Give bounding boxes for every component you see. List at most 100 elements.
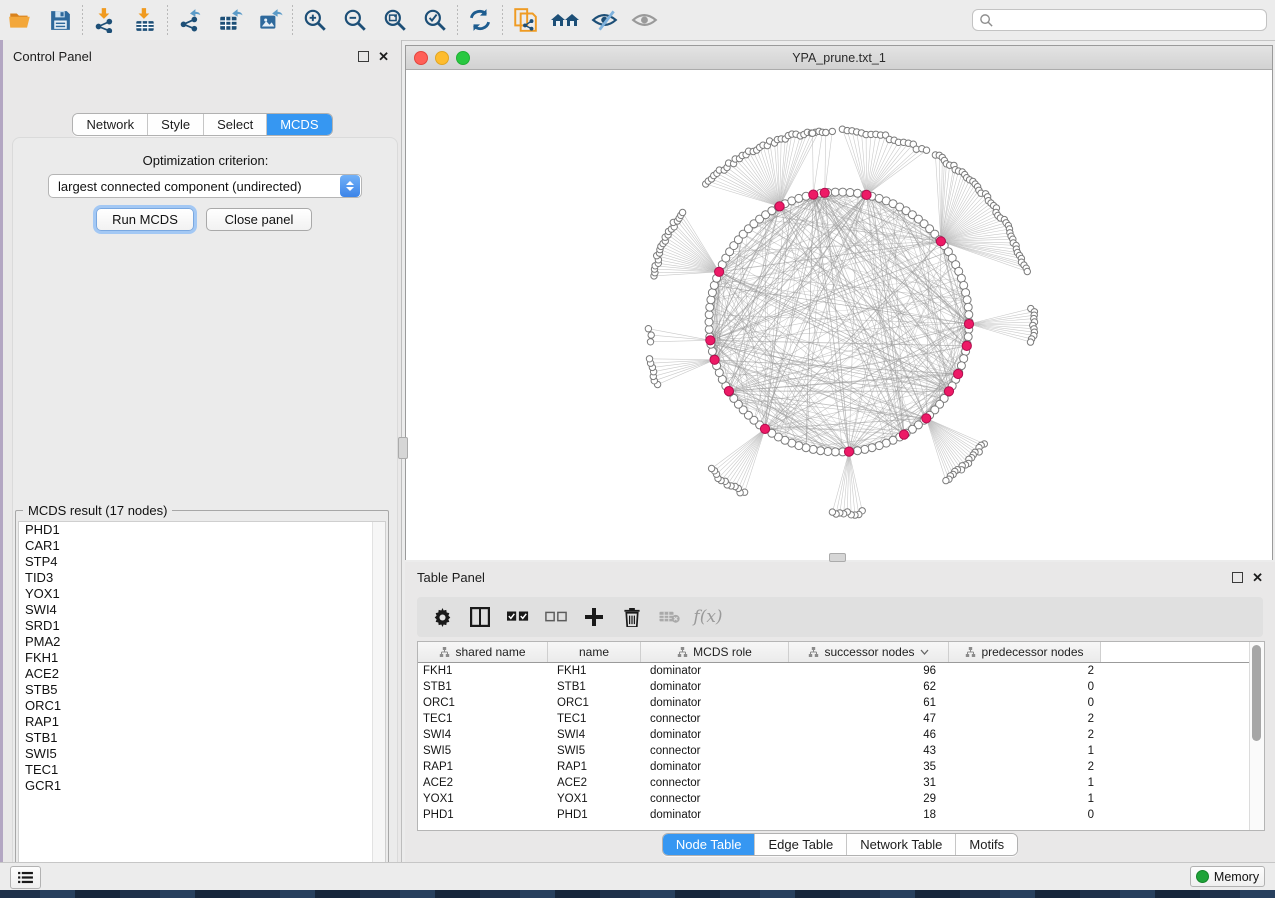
table-row-TEC1[interactable]: TEC1TEC1connector472 bbox=[418, 711, 1264, 727]
network-node[interactable] bbox=[962, 289, 970, 297]
network-node[interactable] bbox=[705, 311, 713, 319]
network-node[interactable] bbox=[965, 311, 973, 319]
tab-select[interactable]: Select bbox=[204, 114, 267, 135]
tab-edge-table[interactable]: Edge Table bbox=[755, 834, 847, 855]
table-row-ACE2[interactable]: ACE2ACE2connector311 bbox=[418, 775, 1264, 791]
tab-style[interactable]: Style bbox=[148, 114, 204, 135]
mcds-result-item[interactable]: SWI4 bbox=[19, 602, 385, 618]
mcds-result-item[interactable]: TEC1 bbox=[19, 762, 385, 778]
network-leaf-node[interactable] bbox=[1027, 339, 1033, 345]
mcds-result-item[interactable]: YOX1 bbox=[19, 586, 385, 602]
first-neighbors-icon[interactable] bbox=[545, 4, 585, 36]
table-row-SWI4[interactable]: SWI4SWI4dominator462 bbox=[418, 727, 1264, 743]
mcds-hub-node[interactable] bbox=[809, 190, 818, 199]
column-header-MCDS-role[interactable]: MCDS role bbox=[641, 642, 789, 662]
network-leaf-node[interactable] bbox=[679, 209, 685, 215]
zoom-out-icon[interactable] bbox=[335, 4, 375, 36]
tab-network[interactable]: Network bbox=[73, 114, 148, 135]
close-panel-button[interactable]: Close panel bbox=[206, 208, 312, 231]
network-node[interactable] bbox=[824, 448, 832, 456]
select-all-icon[interactable] bbox=[503, 602, 533, 632]
maximize-window-icon[interactable] bbox=[456, 51, 470, 65]
close-panel-icon[interactable]: ✕ bbox=[378, 52, 389, 61]
mcds-result-item[interactable]: STB1 bbox=[19, 730, 385, 746]
mcds-result-item[interactable]: ACE2 bbox=[19, 666, 385, 682]
network-node[interactable] bbox=[705, 325, 713, 333]
export-network-icon[interactable] bbox=[170, 4, 210, 36]
zoom-fit-icon[interactable] bbox=[375, 4, 415, 36]
mcds-result-item[interactable]: ORC1 bbox=[19, 698, 385, 714]
delete-table-icon[interactable] bbox=[655, 602, 685, 632]
mcds-hub-node[interactable] bbox=[962, 341, 971, 350]
column-header-successor-nodes[interactable]: successor nodes bbox=[789, 642, 949, 662]
mcds-hub-node[interactable] bbox=[706, 336, 715, 345]
network-leaf-node[interactable] bbox=[829, 128, 835, 134]
deselect-all-icon[interactable] bbox=[541, 602, 571, 632]
export-table-icon[interactable] bbox=[210, 4, 250, 36]
network-node[interactable] bbox=[854, 447, 862, 455]
mcds-result-item[interactable]: PMA2 bbox=[19, 634, 385, 650]
network-node[interactable] bbox=[963, 296, 971, 304]
refresh-layout-icon[interactable] bbox=[460, 4, 500, 36]
mcds-hub-node[interactable] bbox=[844, 447, 853, 456]
network-leaf-node[interactable] bbox=[809, 130, 815, 136]
table-scrollbar-thumb[interactable] bbox=[1252, 645, 1261, 741]
float-panel-icon[interactable] bbox=[358, 51, 369, 62]
search-field[interactable] bbox=[972, 9, 1267, 31]
mcds-hub-node[interactable] bbox=[964, 319, 973, 328]
network-node[interactable] bbox=[705, 318, 713, 326]
close-window-icon[interactable] bbox=[414, 51, 428, 65]
open-file-icon[interactable] bbox=[0, 4, 40, 36]
network-leaf-node[interactable] bbox=[923, 147, 929, 153]
mcds-hub-node[interactable] bbox=[899, 430, 908, 439]
network-leaf-node[interactable] bbox=[829, 509, 835, 515]
network-node[interactable] bbox=[809, 445, 817, 453]
search-input[interactable] bbox=[994, 10, 1266, 30]
mcds-hub-node[interactable] bbox=[922, 414, 931, 423]
mcds-result-item[interactable]: CAR1 bbox=[19, 538, 385, 554]
network-node[interactable] bbox=[964, 333, 972, 341]
mcds-result-item[interactable]: FKH1 bbox=[19, 650, 385, 666]
mcds-hub-node[interactable] bbox=[820, 188, 829, 197]
tab-motifs[interactable]: Motifs bbox=[956, 834, 1017, 855]
mcds-hub-node[interactable] bbox=[936, 237, 945, 246]
network-leaf-node[interactable] bbox=[943, 477, 949, 483]
import-table-icon[interactable] bbox=[125, 4, 165, 36]
table-row-FKH1[interactable]: FKH1FKH1dominator962 bbox=[418, 663, 1264, 679]
mcds-result-list[interactable]: PHD1CAR1STP4TID3YOX1SWI4SRD1PMA2FKH1ACE2… bbox=[18, 521, 386, 875]
show-all-icon[interactable] bbox=[625, 4, 665, 36]
mcds-result-item[interactable]: TID3 bbox=[19, 570, 385, 586]
network-canvas[interactable] bbox=[406, 70, 1272, 560]
network-node[interactable] bbox=[854, 189, 862, 197]
network-node[interactable] bbox=[708, 347, 716, 355]
mcds-result-item[interactable]: PHD1 bbox=[19, 522, 385, 538]
mcds-hub-node[interactable] bbox=[724, 387, 733, 396]
mcds-list-scrollbar[interactable] bbox=[372, 522, 385, 874]
close-panel-icon[interactable]: ✕ bbox=[1252, 573, 1263, 582]
mcds-result-item[interactable]: GCR1 bbox=[19, 778, 385, 794]
mcds-hub-node[interactable] bbox=[775, 202, 784, 211]
column-selector-icon[interactable] bbox=[465, 602, 495, 632]
mcds-hub-node[interactable] bbox=[944, 387, 953, 396]
export-image-icon[interactable] bbox=[250, 4, 290, 36]
mcds-result-item[interactable]: RAP1 bbox=[19, 714, 385, 730]
zoom-in-icon[interactable] bbox=[295, 4, 335, 36]
criterion-dropdown[interactable]: largest connected component (undirected) bbox=[48, 174, 362, 198]
network-leaf-node[interactable] bbox=[1024, 268, 1030, 274]
network-window-titlebar[interactable]: YPA_prune.txt_1 bbox=[406, 46, 1272, 70]
network-leaf-node[interactable] bbox=[647, 339, 653, 345]
mcds-hub-node[interactable] bbox=[715, 267, 724, 276]
column-header-predecessor-nodes[interactable]: predecessor nodes bbox=[949, 642, 1101, 662]
network-node[interactable] bbox=[831, 448, 839, 456]
save-session-icon[interactable] bbox=[40, 4, 80, 36]
mcds-result-item[interactable]: STP4 bbox=[19, 554, 385, 570]
tab-network-table[interactable]: Network Table bbox=[847, 834, 956, 855]
mcds-hub-node[interactable] bbox=[954, 369, 963, 378]
mcds-result-item[interactable]: STB5 bbox=[19, 682, 385, 698]
network-node[interactable] bbox=[861, 445, 869, 453]
tab-mcds[interactable]: MCDS bbox=[267, 114, 331, 135]
table-row-SWI5[interactable]: SWI5SWI5connector431 bbox=[418, 743, 1264, 759]
network-leaf-node[interactable] bbox=[648, 332, 654, 338]
network-leaf-node[interactable] bbox=[646, 356, 652, 362]
mcds-hub-node[interactable] bbox=[760, 424, 769, 433]
